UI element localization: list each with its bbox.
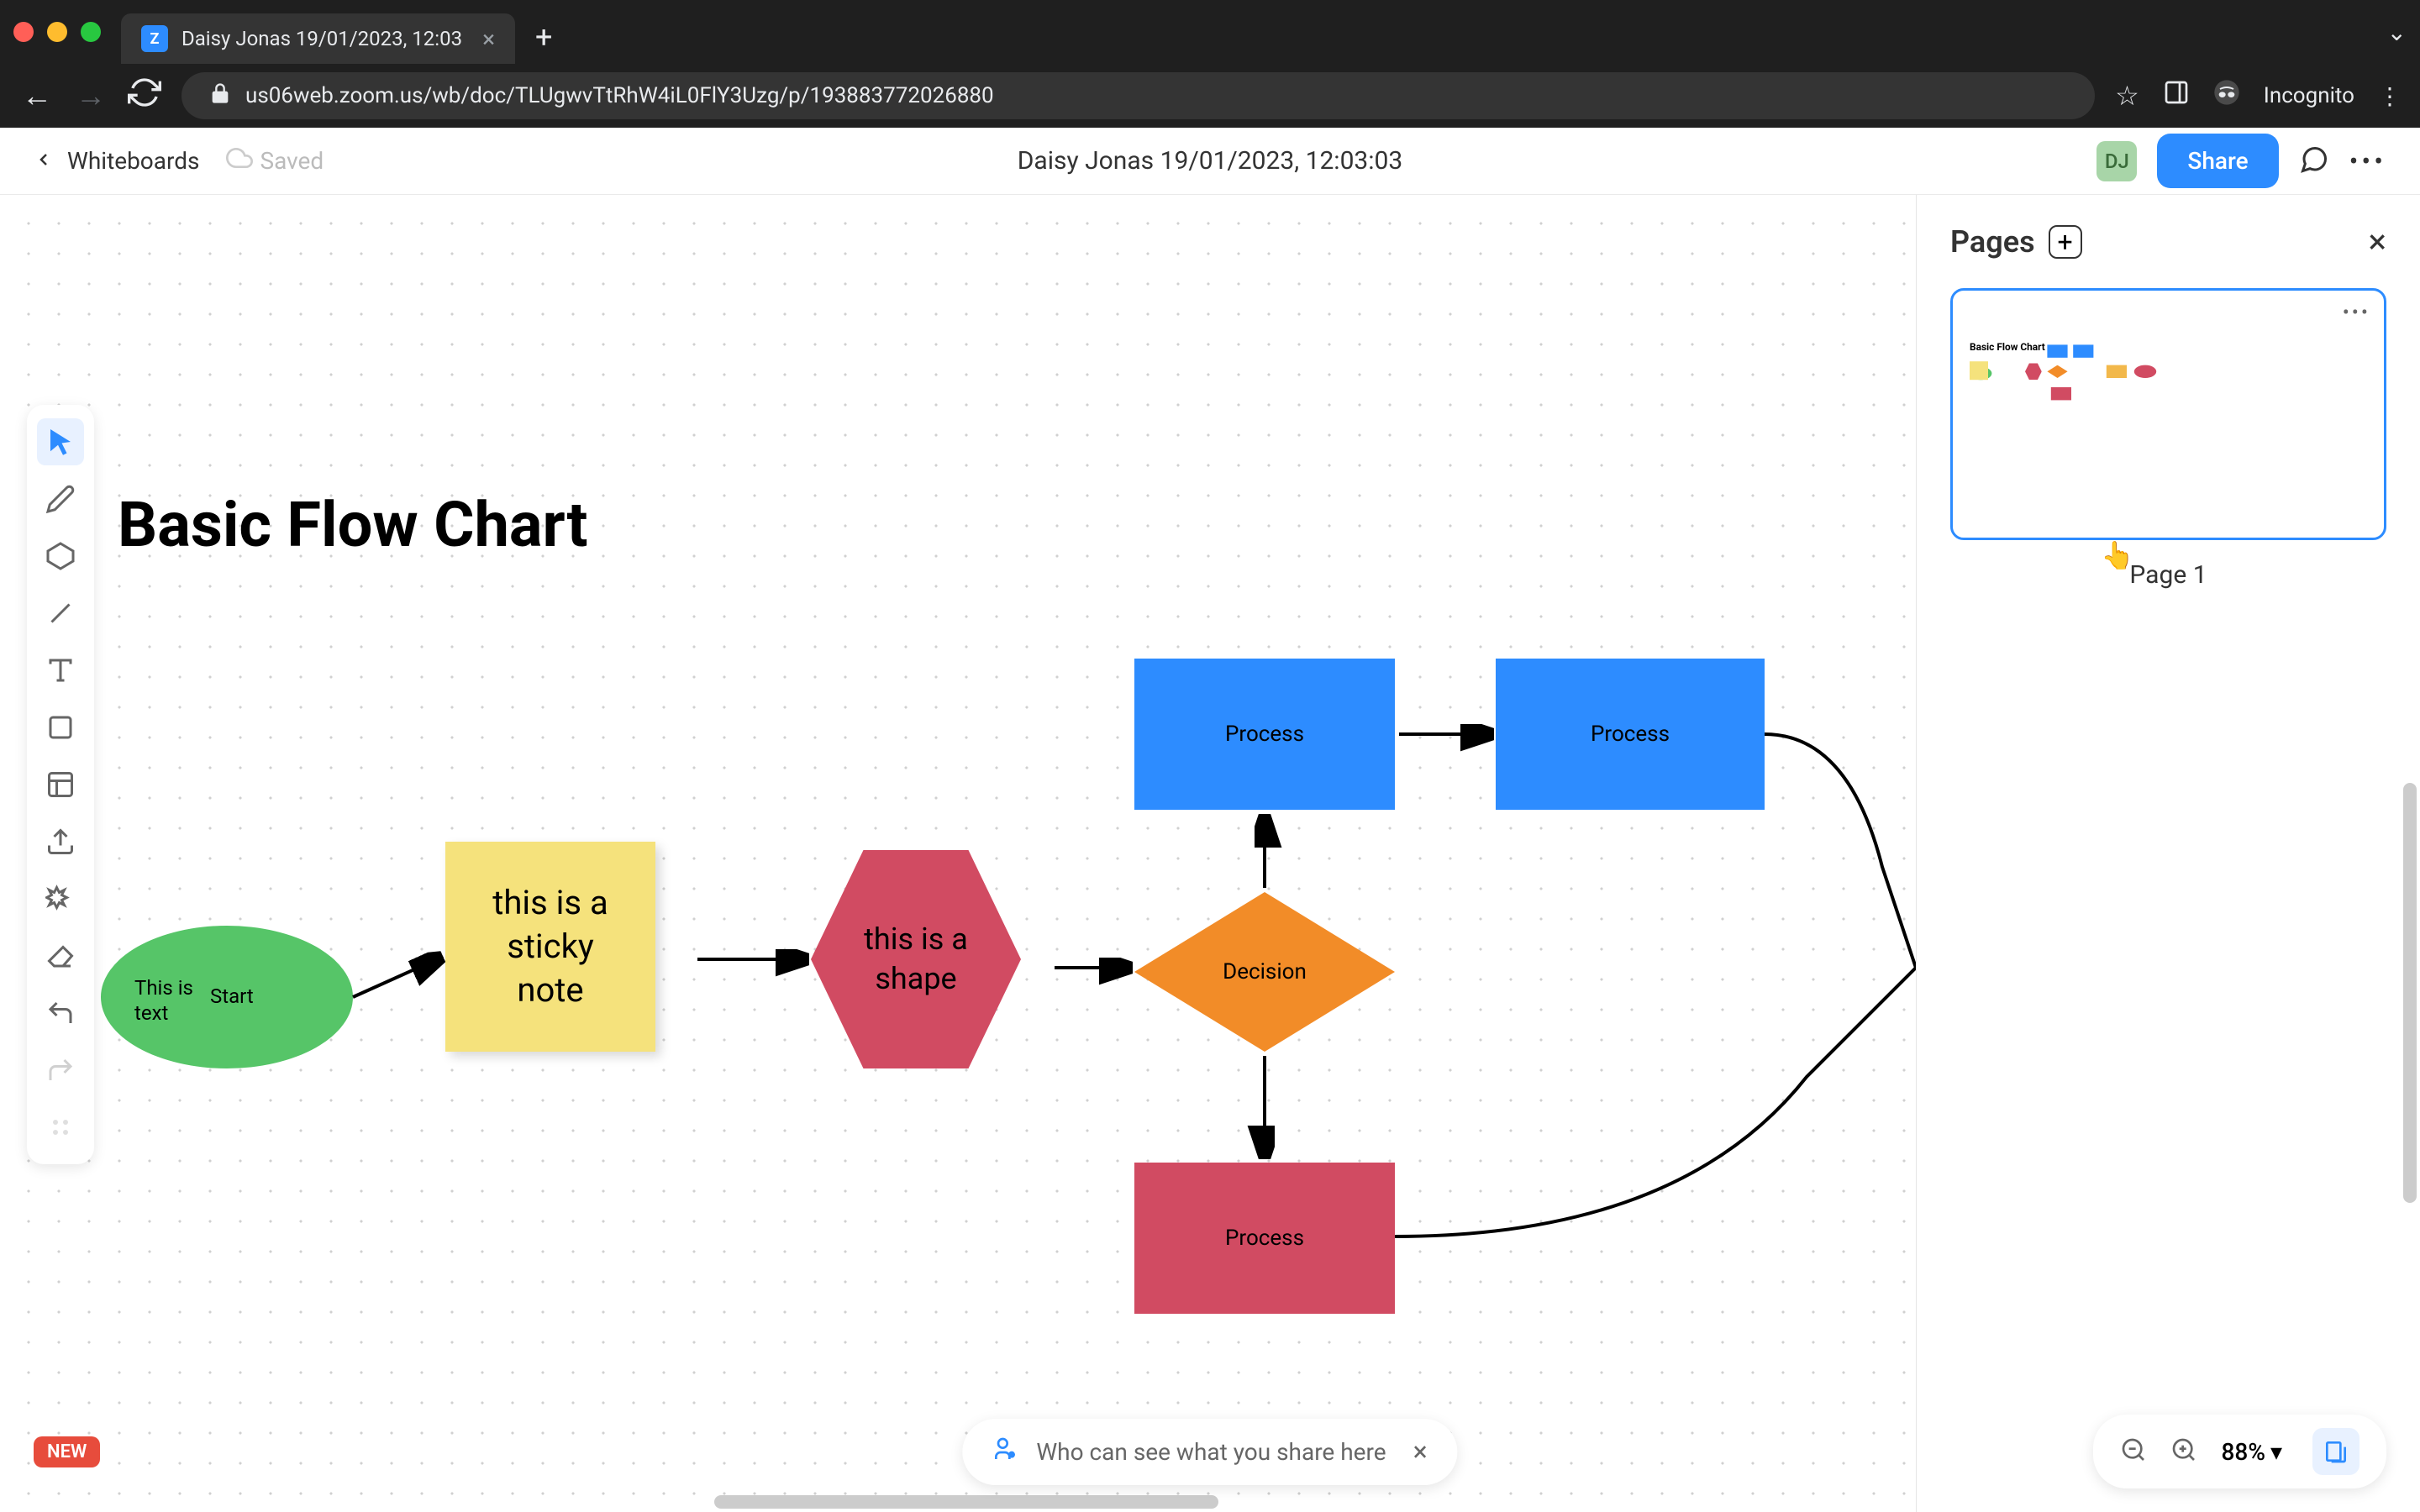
text-tool[interactable] <box>37 647 84 694</box>
select-tool[interactable] <box>37 418 84 465</box>
close-hint-icon[interactable]: × <box>1413 1436 1428 1467</box>
undo-button[interactable] <box>37 990 84 1037</box>
whiteboard-canvas[interactable]: Basic Flow Chart This is text Start this… <box>0 195 1916 1512</box>
document-title[interactable]: Daisy Jonas 19/01/2023, 12:03:03 <box>1018 146 1403 176</box>
process-box-3[interactable]: Process <box>1134 1163 1395 1314</box>
incognito-label: Incognito <box>2264 83 2354 108</box>
pages-toggle-button[interactable] <box>2312 1428 2360 1475</box>
bottom-bar: NEW Who can see what you share here × 88… <box>0 1415 2420 1488</box>
decision-diamond[interactable]: Decision <box>1134 892 1395 1052</box>
thumbnail-menu-icon[interactable]: ••• <box>2343 301 2370 324</box>
sticky-note[interactable]: this is a sticky note <box>445 842 655 1052</box>
process-box-1[interactable]: Process <box>1134 659 1395 810</box>
bookmark-icon[interactable]: ☆ <box>2115 80 2139 112</box>
zoom-level-dropdown[interactable]: 88% ▾ <box>2221 1438 2282 1466</box>
zoom-controls: 88% ▾ <box>2093 1415 2386 1488</box>
pages-title: Pages <box>1950 224 2035 260</box>
zoom-favicon-icon: Z <box>141 25 168 52</box>
saved-status: Saved <box>226 144 324 177</box>
comment-icon[interactable] <box>2299 144 2329 178</box>
window-controls <box>13 22 101 42</box>
redo-button[interactable] <box>37 1047 84 1094</box>
cloud-icon <box>226 144 253 177</box>
close-panel-icon[interactable]: × <box>2369 222 2386 261</box>
zoom-out-button[interactable] <box>2120 1436 2147 1467</box>
more-menu-icon[interactable]: ••• <box>2349 145 2386 177</box>
tab-bar: Z Daisy Jonas 19/01/2023, 12:03 × + ⌄ <box>0 0 2420 64</box>
page-label: Page 1 <box>1950 560 2386 590</box>
drag-handle-icon[interactable] <box>37 1104 84 1151</box>
user-avatar[interactable]: DJ <box>2096 141 2137 181</box>
address-bar: ← → us06web.zoom.us/wb/doc/TLUgwvTtRhW4i… <box>0 64 2420 128</box>
sticky-tool[interactable] <box>37 704 84 751</box>
browser-actions: ☆ Incognito ⋮ <box>2115 79 2400 113</box>
add-page-button[interactable]: + <box>2049 225 2082 259</box>
side-panel-icon[interactable] <box>2163 79 2190 113</box>
shape-tool[interactable] <box>37 533 84 580</box>
hexagon-shape[interactable]: this is a shape <box>811 850 1021 1068</box>
back-button[interactable]: ← <box>20 78 54 113</box>
upload-tool[interactable] <box>37 818 84 865</box>
forward-button[interactable]: → <box>74 78 108 113</box>
app-header: Whiteboards Saved Daisy Jonas 19/01/2023… <box>0 128 2420 195</box>
lock-icon <box>208 81 232 111</box>
page-thumbnail[interactable]: ••• Basic Flow Chart <box>1950 288 2386 540</box>
url-input[interactable]: us06web.zoom.us/wb/doc/TLUgwvTtRhW4iL0Fl… <box>182 72 2095 119</box>
eraser-tool[interactable] <box>37 932 84 979</box>
vertical-scrollbar[interactable] <box>2403 783 2417 1203</box>
tab-close-icon[interactable]: × <box>482 25 495 53</box>
line-tool[interactable] <box>37 590 84 637</box>
header-actions: DJ Share ••• <box>2096 134 2386 188</box>
new-tab-button[interactable]: + <box>535 19 552 55</box>
template-tool[interactable] <box>37 761 84 808</box>
share-hint-text[interactable]: Who can see what you share here <box>1036 1438 1386 1466</box>
main-content: Basic Flow Chart This is text Start this… <box>0 195 2420 1512</box>
whiteboards-link[interactable]: Whiteboards <box>67 147 199 175</box>
pen-tool[interactable] <box>37 475 84 522</box>
horizontal-scrollbar[interactable] <box>714 1495 1218 1509</box>
header-back-button[interactable] <box>34 150 54 173</box>
zoom-in-button[interactable] <box>2170 1436 2197 1467</box>
people-icon <box>992 1436 1019 1468</box>
more-tools[interactable] <box>37 875 84 922</box>
new-badge[interactable]: NEW <box>34 1436 100 1467</box>
toolbar <box>27 405 94 1164</box>
incognito-icon[interactable] <box>2213 79 2240 113</box>
share-hint-banner: Who can see what you share here × <box>962 1419 1457 1485</box>
browser-chrome: Z Daisy Jonas 19/01/2023, 12:03 × + ⌄ ← … <box>0 0 2420 128</box>
cursor-icon: 👆 <box>2101 539 2134 571</box>
pages-header: Pages + × <box>1950 222 2386 261</box>
url-text: us06web.zoom.us/wb/doc/TLUgwvTtRhW4iL0Fl… <box>245 83 994 108</box>
chevron-down-icon: ▾ <box>2270 1438 2282 1466</box>
start-ellipse[interactable]: This is text Start <box>101 926 353 1068</box>
window-close[interactable] <box>13 22 34 42</box>
chart-title[interactable]: Basic Flow Chart <box>118 489 587 562</box>
window-minimize[interactable] <box>47 22 67 42</box>
process-box-2[interactable]: Process <box>1496 659 1765 810</box>
pages-panel: Pages + × ••• Basic Flow Chart Page 1 <box>1916 195 2420 1512</box>
chevron-down-icon[interactable]: ⌄ <box>2387 18 2407 46</box>
reload-button[interactable] <box>128 76 161 117</box>
tab-title: Daisy Jonas 19/01/2023, 12:03 <box>182 27 462 50</box>
window-maximize[interactable] <box>81 22 101 42</box>
share-button[interactable]: Share <box>2157 134 2278 188</box>
browser-tab[interactable]: Z Daisy Jonas 19/01/2023, 12:03 × <box>121 13 515 64</box>
connector-arrows <box>0 195 1916 1455</box>
browser-menu-icon[interactable]: ⋮ <box>2378 82 2400 110</box>
